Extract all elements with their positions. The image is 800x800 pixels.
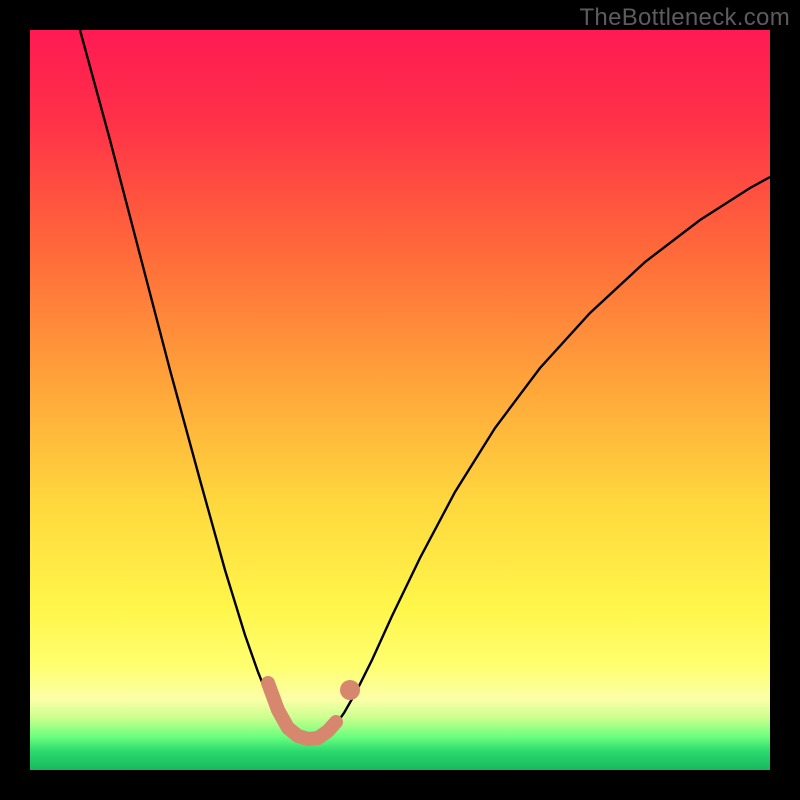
chart-marker-dot-right (340, 680, 360, 700)
watermark-text: TheBottleneck.com (579, 4, 790, 32)
chart-background (30, 30, 770, 770)
chart-frame: TheBottleneck.com (0, 0, 800, 800)
chart-svg (30, 30, 770, 770)
chart-plot-area (30, 30, 770, 770)
